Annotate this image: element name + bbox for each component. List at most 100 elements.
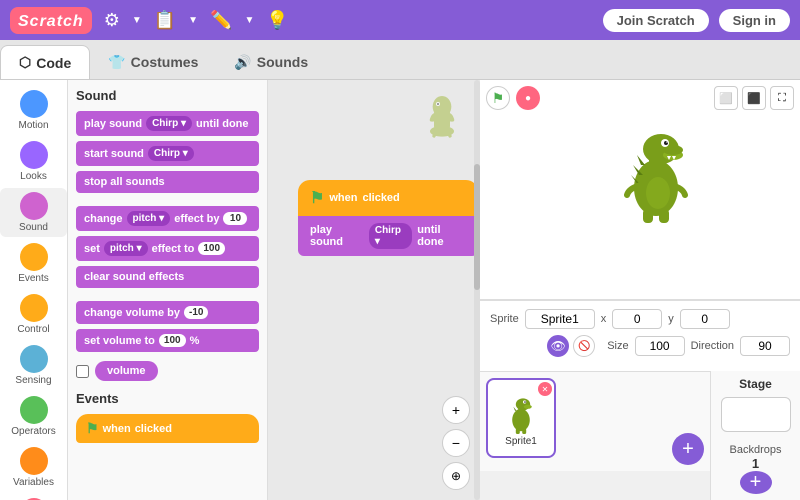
scratch-logo[interactable]: Scratch [10, 7, 92, 34]
add-sprite-button[interactable]: + [672, 433, 704, 465]
green-flag-icon: ⚑ [310, 188, 324, 208]
topbar: Scratch ⚙ ▼ 📋 ▼ ✏️ ▼ 💡 Join Scratch Sign… [0, 0, 800, 40]
block-when-flag-clicked[interactable]: ⚑ when clicked [76, 414, 259, 443]
sidebar-item-sound[interactable]: Sound [0, 188, 67, 237]
edit-chevron: ▼ [188, 15, 198, 26]
main: Motion Looks Sound Events Control Sensin… [0, 80, 800, 500]
sprite-delete-button[interactable]: ✕ [538, 382, 552, 396]
stop-button[interactable]: ● [516, 86, 540, 110]
stage-area: ⚑ ● ⬜ ⬛ ⛶ [480, 80, 800, 300]
zoom-in-button[interactable]: + [442, 396, 470, 424]
sidebar-item-variables[interactable]: Variables [0, 443, 67, 492]
operators-dot [20, 396, 48, 424]
looks-dot [20, 141, 48, 169]
sprite-name-field[interactable]: Sprite1 [525, 309, 595, 329]
green-flag-small-icon: ⚑ [86, 420, 99, 437]
block-change-volume[interactable]: change volume by -10 [76, 301, 259, 324]
events-dot [20, 243, 48, 271]
sounds-icon: 🔊 [234, 54, 251, 71]
sidebar-item-operators[interactable]: Operators [0, 392, 67, 441]
block-clear-sound-effects[interactable]: clear sound effects [76, 266, 259, 288]
sprite-size-field[interactable]: 100 [635, 336, 685, 356]
block-palette: Sound play sound Chirp ▾ until done star… [68, 80, 268, 500]
block-start-sound[interactable]: start sound Chirp ▾ [76, 141, 259, 166]
show-sprite-button[interactable]: 👁 [547, 335, 569, 357]
fullscreen-button[interactable]: ⛶ [770, 86, 794, 110]
events-section: Events ⚑ when clicked [76, 391, 259, 443]
block-set-pitch[interactable]: set pitch ▾ effect to 100 [76, 236, 259, 261]
sprites-tray: ✕ Sprite1 + [480, 371, 710, 471]
sprite-label: Sprite [490, 313, 519, 325]
stage-col-title: Stage [739, 377, 772, 391]
volume-reporter-row: volume [76, 361, 259, 381]
sidebar-item-control[interactable]: Control [0, 290, 67, 339]
backdrops-label: Backdrops [730, 444, 782, 456]
join-scratch-button[interactable]: Join Scratch [603, 9, 709, 32]
block-set-volume[interactable]: set volume to 100 % [76, 329, 259, 352]
sprite-direction-field[interactable]: 90 [740, 336, 790, 356]
stage-view-buttons: ⬜ ⬛ ⛶ [714, 86, 794, 110]
pencil-icon[interactable]: ✏️ [210, 10, 232, 31]
add-backdrop-button[interactable]: + [740, 471, 772, 494]
costumes-icon: 👕 [108, 54, 125, 71]
settings-icon[interactable]: ⚙ [104, 10, 120, 31]
backdrops-count: 1 [752, 456, 759, 471]
lightbulb-icon[interactable]: 💡 [266, 10, 288, 31]
events-section-title: Events [76, 391, 259, 406]
variables-dot [20, 447, 48, 475]
category-sidebar: Motion Looks Sound Events Control Sensin… [0, 80, 68, 500]
hide-sprite-button[interactable]: 🚫 [573, 335, 595, 357]
sprite-thumb-label: Sprite1 [505, 436, 537, 447]
script-play-sound[interactable]: play sound Chirp ▾ until done [298, 216, 478, 256]
small-stage-button[interactable]: ⬜ [714, 86, 738, 110]
stage-top-controls: ⚑ ● [486, 86, 540, 110]
sprite-y-field[interactable]: 0 [680, 309, 730, 329]
script-zoom-controls: + − ⊕ [442, 396, 470, 490]
dino-sprite [611, 113, 701, 223]
script-when-flag-clicked[interactable]: ⚑ when clicked [298, 180, 478, 216]
block-change-pitch[interactable]: change pitch ▾ effect by 10 [76, 206, 259, 231]
sidebar-item-motion[interactable]: Motion [0, 86, 67, 135]
sprite-thumbnail-scripts [422, 88, 462, 143]
right-panel: ⚑ ● ⬜ ⬛ ⛶ [480, 80, 800, 500]
x-label: x [601, 313, 607, 325]
sign-in-button[interactable]: Sign in [719, 9, 790, 32]
tab-code[interactable]: ⬡ Code [0, 45, 90, 79]
sidebar-item-looks[interactable]: Looks [0, 137, 67, 186]
zoom-out-button[interactable]: − [442, 429, 470, 457]
sprite-info-panel: Sprite Sprite1 x 0 y 0 👁 🚫 Size 100 Dire… [480, 300, 800, 371]
script-group-1: ⚑ when clicked play sound Chirp ▾ until … [298, 180, 478, 256]
y-label: y [668, 313, 674, 325]
scripts-area[interactable]: ⚑ when clicked play sound Chirp ▾ until … [268, 80, 480, 500]
block-volume-reporter[interactable]: volume [95, 361, 158, 381]
tab-sounds[interactable]: 🔊 Sounds [216, 45, 326, 79]
sprite-thumb-sprite1[interactable]: ✕ Sprite1 [486, 378, 556, 458]
motion-dot [20, 90, 48, 118]
settings-chevron: ▼ [132, 15, 142, 26]
green-flag-button[interactable]: ⚑ [486, 86, 510, 110]
sprite-thumb-dino [502, 390, 540, 434]
script-chirp-dropdown[interactable]: Chirp ▾ [369, 223, 412, 249]
sound-dot [20, 192, 48, 220]
palette-title: Sound [76, 88, 259, 103]
tabbar: ⬡ Code 👕 Costumes 🔊 Sounds [0, 40, 800, 80]
size-label: Size [607, 340, 628, 352]
bottom-tray: ✕ Sprite1 + [480, 371, 800, 500]
sidebar-item-events[interactable]: Events [0, 239, 67, 288]
center-button[interactable]: ⊕ [442, 462, 470, 490]
volume-checkbox[interactable] [76, 365, 89, 378]
sensing-dot [20, 345, 48, 373]
sidebar-item-myblocks[interactable]: My Blocks [0, 494, 67, 500]
sprite-x-field[interactable]: 0 [612, 309, 662, 329]
stage-mini-thumb[interactable] [721, 397, 791, 432]
control-dot [20, 294, 48, 322]
block-stop-all-sounds[interactable]: stop all sounds [76, 171, 259, 193]
block-play-sound-until-done[interactable]: play sound Chirp ▾ until done [76, 111, 259, 136]
large-stage-button[interactable]: ⬛ [742, 86, 766, 110]
sidebar-item-sensing[interactable]: Sensing [0, 341, 67, 390]
pencil-chevron: ▼ [245, 15, 255, 26]
tab-costumes[interactable]: 👕 Costumes [90, 45, 216, 79]
direction-label: Direction [691, 340, 734, 352]
edit-icon[interactable]: 📋 [154, 10, 176, 31]
stage-column: Stage Backdrops 1 + [710, 371, 800, 500]
